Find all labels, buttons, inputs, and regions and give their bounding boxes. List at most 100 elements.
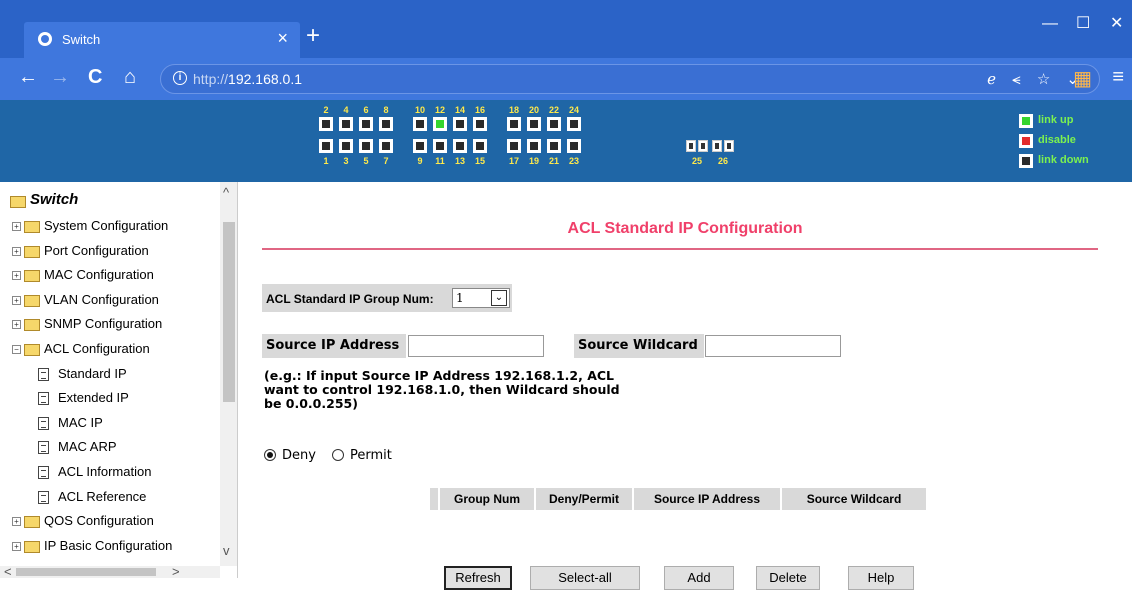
sidebar-item-acl-configuration[interactable]: ACL Configuration (44, 341, 150, 356)
refresh-button[interactable]: Refresh (444, 566, 512, 590)
globe-icon (38, 32, 52, 46)
port-14-icon[interactable] (452, 117, 468, 132)
folder-icon (24, 270, 40, 283)
scroll-left-icon[interactable]: < (4, 565, 12, 578)
sfp-port-26-icon[interactable] (724, 140, 734, 152)
sidebar-item-vlan-configuration[interactable]: VLAN Configuration (44, 292, 159, 307)
source-ip-input[interactable] (408, 335, 544, 357)
minimize-icon[interactable]: — (1042, 16, 1058, 32)
expand-icon[interactable]: + (12, 222, 21, 231)
port-11-icon[interactable] (432, 139, 448, 154)
sidebar-item-standard-ip[interactable]: Standard IP (58, 366, 127, 381)
sidebar-item-ip-basic-configuration[interactable]: IP Basic Configuration (44, 538, 172, 553)
folder-icon (24, 221, 40, 233)
vertical-scroll-thumb[interactable] (223, 222, 235, 402)
collapse-icon[interactable]: − (12, 345, 21, 354)
sidebar-item-snmp-configuration[interactable]: SNMP Configuration (44, 316, 162, 331)
source-wildcard-input[interactable] (705, 335, 841, 357)
sidebar-item-qos-configuration[interactable]: QOS Configuration (44, 513, 154, 528)
port-12-icon[interactable] (432, 117, 448, 132)
scroll-down-icon[interactable]: v (223, 544, 230, 557)
port-10-icon[interactable] (412, 117, 428, 132)
port-5-icon[interactable] (358, 139, 374, 154)
port-15-icon[interactable] (472, 139, 488, 154)
browser-titlebar: Switch × + — ☐ ✕ (0, 0, 1132, 58)
port-20-icon[interactable] (526, 117, 542, 132)
port-18-icon[interactable] (506, 117, 522, 132)
expand-icon[interactable]: + (12, 541, 21, 551)
menu-icon[interactable]: ≡ (1112, 66, 1124, 89)
delete-button[interactable]: Delete (756, 566, 820, 590)
port-number-label: 10 (414, 105, 425, 115)
expand-icon[interactable]: + (12, 246, 21, 256)
sidebar-item-port-configuration[interactable]: Port Configuration (44, 243, 149, 258)
tab-title: Switch (62, 32, 101, 47)
sidebar-item-system-configuration[interactable]: System Configuration (44, 218, 168, 233)
sidebar-horizontal-scrollbar[interactable]: < > (0, 565, 220, 578)
sidebar-item-mac-arp[interactable]: MAC ARP (58, 439, 117, 454)
port-3-icon[interactable] (338, 139, 354, 154)
port-number-label: 9 (417, 156, 423, 166)
add-button[interactable]: Add (664, 566, 734, 590)
port-23-icon[interactable] (566, 139, 582, 154)
reload-icon[interactable]: C (88, 67, 102, 87)
tab-close-icon[interactable]: × (277, 29, 288, 47)
sidebar-item-acl-reference[interactable]: ACL Reference (58, 489, 146, 504)
url-action-icons[interactable]: ℯ ⪪ ☆ ⌄ (987, 70, 1085, 88)
port-17-icon[interactable] (506, 139, 522, 154)
port-8-icon[interactable] (378, 117, 394, 132)
port-21-icon[interactable] (546, 139, 562, 154)
expand-icon[interactable]: + (12, 271, 21, 281)
select-all-button[interactable]: Select-all (530, 566, 640, 590)
close-window-icon[interactable]: ✕ (1110, 16, 1123, 32)
tree-root-label[interactable]: Switch (30, 191, 78, 208)
expand-icon[interactable]: + (12, 320, 21, 330)
port-7-icon[interactable] (378, 139, 394, 154)
permit-radio[interactable] (332, 449, 344, 461)
help-button[interactable]: Help (848, 566, 914, 590)
url-text[interactable]: http://192.168.0.1 (193, 71, 302, 87)
sfp-port-26-icon[interactable] (712, 140, 722, 152)
sfp-port-25-icon[interactable] (698, 140, 708, 152)
forward-icon[interactable]: → (50, 67, 70, 87)
deny-radio-label[interactable]: Deny (282, 448, 316, 463)
sidebar-item-mac-ip[interactable]: MAC IP (58, 415, 103, 430)
expand-icon[interactable]: + (12, 295, 21, 305)
chevron-down-icon[interactable]: ⌄ (491, 290, 507, 306)
scroll-up-icon[interactable]: ^ (223, 186, 229, 199)
info-icon[interactable]: i (173, 71, 187, 85)
home-icon[interactable]: ⌂ (124, 67, 136, 87)
sidebar-vertical-scrollbar[interactable]: ^ v (220, 182, 237, 566)
scroll-right-icon[interactable]: > (172, 565, 180, 578)
address-bar[interactable]: i http://192.168.0.1 ℯ ⪪ ☆ ⌄ (160, 64, 1100, 94)
port-9-icon[interactable] (412, 139, 428, 154)
apps-icon[interactable]: ▦ (1073, 66, 1092, 91)
port-13-icon[interactable] (452, 139, 468, 154)
port-19-icon[interactable] (526, 139, 542, 154)
port-4-icon[interactable] (338, 117, 354, 132)
port-16-icon[interactable] (472, 117, 488, 132)
browser-navbar: ← → C ⌂ i http://192.168.0.1 ℯ ⪪ ☆ ⌄ ▦ ≡ (0, 58, 1132, 100)
maximize-icon[interactable]: ☐ (1076, 16, 1090, 32)
port-24-icon[interactable] (566, 117, 582, 132)
port-2-icon[interactable] (318, 117, 334, 132)
horizontal-scroll-thumb[interactable] (16, 568, 156, 576)
sfp-port-25-icon[interactable] (686, 140, 696, 152)
group-num-select[interactable]: 1 ⌄ (452, 288, 510, 308)
permit-radio-label[interactable]: Permit (350, 448, 392, 463)
folder-icon (24, 516, 40, 529)
sidebar: Switch + System Configuration + Port Config… (0, 182, 238, 578)
browser-tab[interactable]: Switch × (24, 22, 300, 58)
deny-radio[interactable] (264, 449, 276, 461)
legend-up: link up (1019, 114, 1073, 128)
new-tab-button[interactable]: + (306, 24, 320, 48)
sidebar-item-extended-ip[interactable]: Extended IP (58, 390, 129, 405)
document-icon (38, 392, 49, 406)
sidebar-item-acl-information[interactable]: ACL Information (58, 464, 151, 479)
expand-icon[interactable]: + (12, 517, 21, 527)
port-22-icon[interactable] (546, 117, 562, 132)
port-6-icon[interactable] (358, 117, 374, 132)
sidebar-item-mac-configuration[interactable]: MAC Configuration (44, 267, 154, 282)
back-icon[interactable]: ← (18, 67, 38, 87)
port-1-icon[interactable] (318, 139, 334, 154)
